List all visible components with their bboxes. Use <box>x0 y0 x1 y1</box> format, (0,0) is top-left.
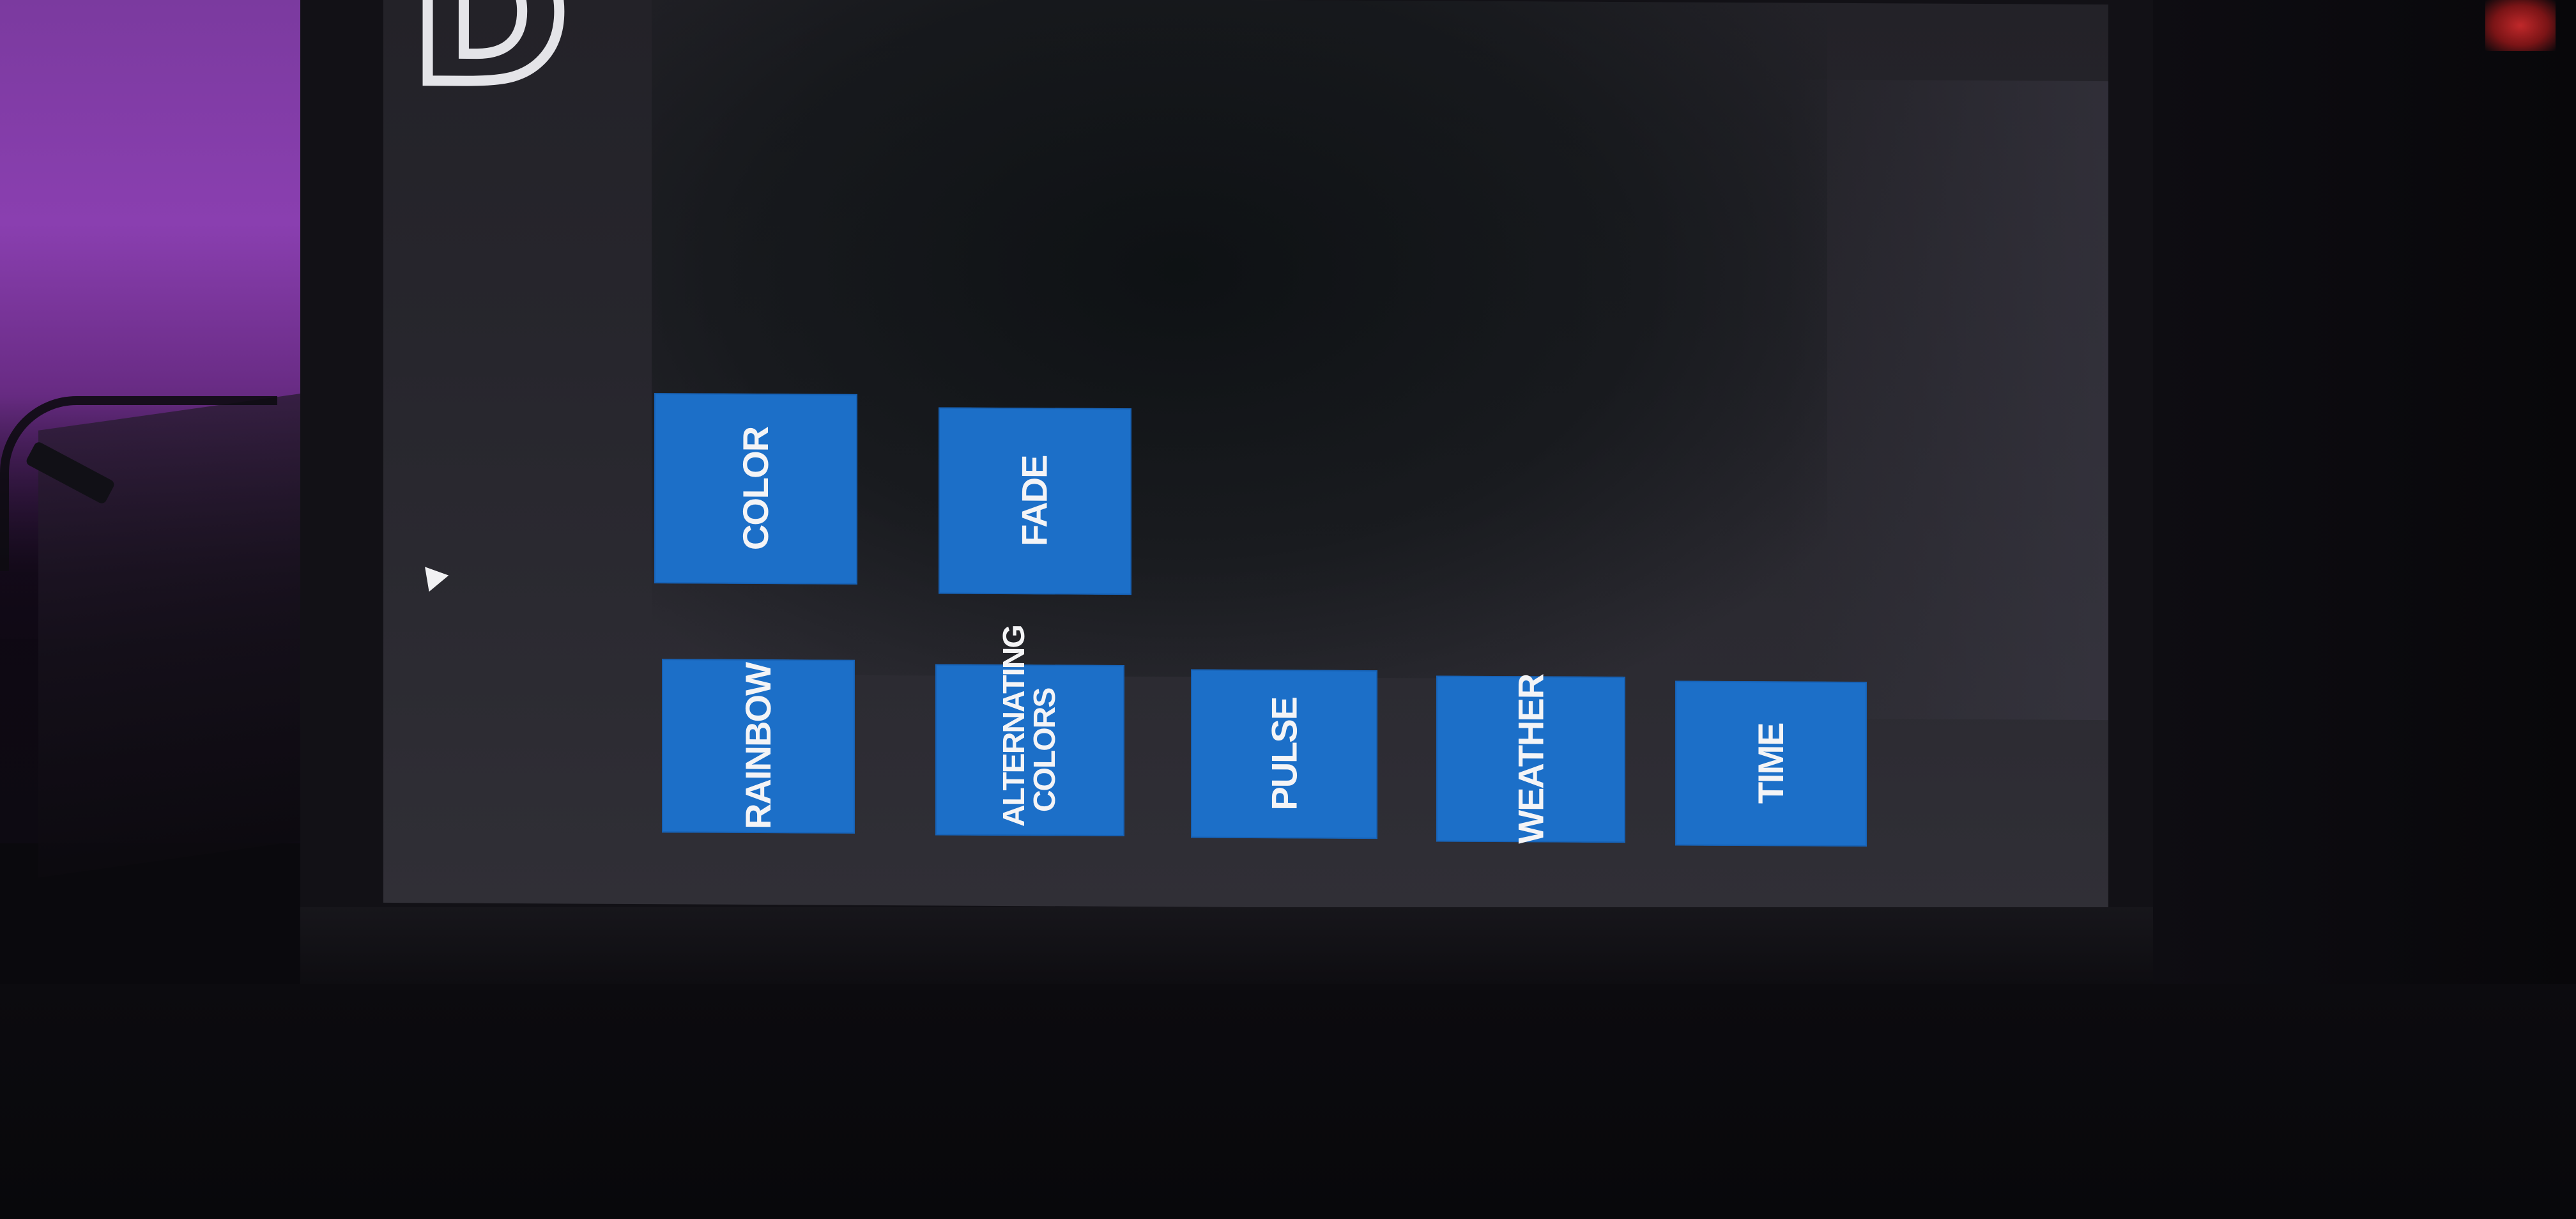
weather-tile-button[interactable]: WEATHER <box>1436 674 1625 844</box>
pulse-tile-label: PULSE <box>1263 697 1304 811</box>
rainbow-tile-button[interactable]: RAINBOW <box>662 659 855 834</box>
photo-scene: D COLOR FADE RAINBOW ALTERNATING COLORS … <box>0 0 2576 1219</box>
alternating-colors-tile-label: ALTERNATING COLORS <box>997 625 1062 827</box>
rainbow-tile-label: RAINBOW <box>738 663 778 830</box>
time-tile-button[interactable]: TIME <box>1675 680 1867 847</box>
color-tile-label: COLOR <box>735 427 776 551</box>
monitor-bottom-bezel <box>300 907 2153 984</box>
fade-tile-button[interactable]: FADE <box>939 407 1131 595</box>
time-tile-label: TIME <box>1750 723 1791 804</box>
pulse-tile-button[interactable]: PULSE <box>1191 669 1377 839</box>
desk-surface <box>0 984 2576 1219</box>
screen-glare <box>1789 79 2108 721</box>
fade-tile-label: FADE <box>1014 456 1055 547</box>
cable <box>0 396 277 571</box>
page-title-fragment: D <box>405 0 574 132</box>
color-tile-button[interactable]: COLOR <box>654 393 857 585</box>
red-led-glow <box>2485 0 2556 51</box>
alternating-colors-tile-button[interactable]: ALTERNATING COLORS <box>935 625 1124 837</box>
mouse-pointer-icon <box>415 558 449 592</box>
weather-tile-label: WEATHER <box>1510 674 1551 844</box>
monitor-screen: D COLOR FADE RAINBOW ALTERNATING COLORS … <box>383 0 2108 912</box>
